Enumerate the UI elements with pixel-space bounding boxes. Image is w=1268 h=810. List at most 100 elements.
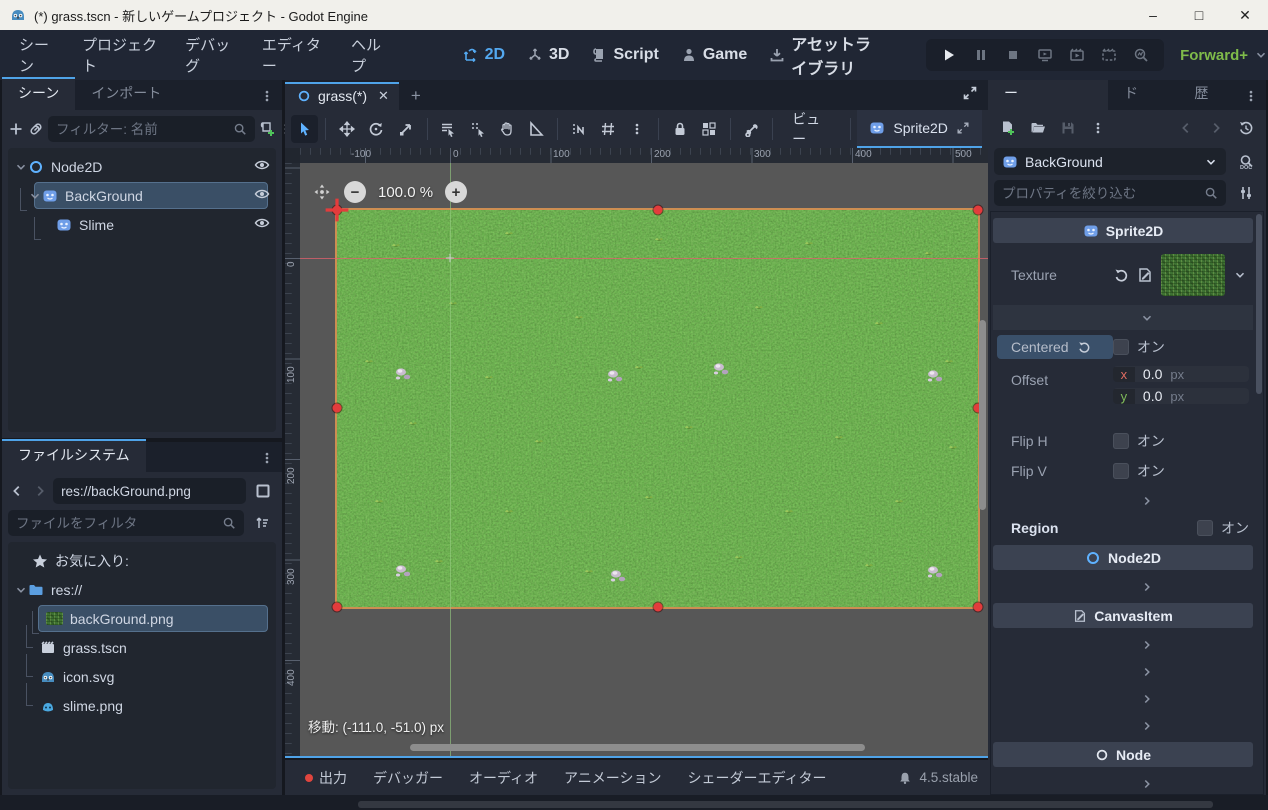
res-root-row[interactable]: res:// (8, 575, 276, 604)
horizontal-scrollbar[interactable] (410, 744, 865, 751)
offset-x-spinbox[interactable]: x 0.0 px (1112, 366, 1249, 382)
file-row-icon-svg[interactable]: icon.svg (8, 654, 276, 691)
menu-debug[interactable]: デバッグ (173, 28, 250, 82)
edit-resource-icon[interactable] (1137, 267, 1153, 283)
region-checkbox[interactable] (1197, 520, 1213, 536)
new-scene-tab-button[interactable]: + (399, 82, 433, 110)
ruler-tool-button[interactable] (523, 115, 550, 143)
context-3d[interactable]: 3D (527, 46, 569, 64)
add-node-button[interactable] (8, 116, 24, 142)
menu-project[interactable]: プロジェクト (70, 28, 173, 82)
section-ordering[interactable]: Ordering (993, 659, 1253, 684)
offset-y-spinbox[interactable]: y 0.0 px (1112, 388, 1249, 404)
load-resource-button[interactable] (1024, 115, 1052, 141)
group-node-button[interactable] (696, 115, 723, 143)
background-sprite[interactable] (335, 208, 980, 609)
flip-h-checkbox[interactable] (1112, 433, 1129, 449)
notification-bell-icon[interactable] (898, 771, 912, 785)
select-tool-button[interactable] (291, 115, 319, 143)
zoom-out-button[interactable]: − (344, 181, 366, 203)
tab-output[interactable]: 出力 (295, 763, 357, 793)
pan-tool-button[interactable] (493, 115, 520, 143)
selection-handle-bottom-left[interactable] (332, 602, 342, 612)
property-tools-button[interactable] (1232, 180, 1260, 206)
smart-snap-button[interactable] (565, 115, 592, 143)
zoom-in-button[interactable]: + (445, 181, 468, 203)
context-2d[interactable]: 2D (463, 46, 505, 64)
snap-options-button[interactable] (624, 115, 651, 143)
expander-down-icon[interactable] (14, 583, 28, 597)
node-selector[interactable]: BackGround (994, 148, 1226, 175)
section-animation[interactable]: Animation (993, 488, 1253, 513)
revert-icon[interactable] (1077, 340, 1091, 354)
sort-files-button[interactable] (248, 510, 276, 536)
move-tool-button[interactable] (333, 115, 360, 143)
vertical-scrollbar[interactable] (979, 320, 986, 510)
tree-row-slime[interactable]: Slime (8, 210, 276, 240)
visibility-eye-icon[interactable] (254, 157, 270, 176)
section-transform[interactable]: Transform (1個の変更) (993, 574, 1253, 599)
revert-icon[interactable] (1113, 267, 1129, 283)
tab-shader-editor[interactable]: シェーダーエディター (677, 763, 836, 793)
2d-viewport[interactable]: -100 0 100 200 300 400 500 0 100 200 300… (285, 148, 988, 758)
tab-audio[interactable]: オーディオ (459, 763, 548, 793)
resource-options-button[interactable] (1084, 115, 1112, 141)
filesystem-menu-button[interactable] (252, 447, 282, 472)
selection-handle-bottom-mid[interactable] (653, 602, 663, 612)
new-resource-button[interactable] (994, 115, 1022, 141)
context-asset-library[interactable]: アセットライブラリ (769, 31, 878, 79)
stop-button[interactable] (1002, 44, 1024, 66)
centered-checkbox[interactable] (1112, 339, 1129, 355)
path-input[interactable] (61, 483, 239, 499)
profiler-button[interactable] (1130, 44, 1152, 66)
instance-scene-button[interactable] (28, 116, 44, 142)
nav-back-button[interactable] (8, 478, 27, 504)
inspector-scroll-area[interactable]: Sprite2D Texture Offset (990, 211, 1264, 795)
section-texture[interactable]: Texture (993, 686, 1253, 711)
scene-tab-grass[interactable]: grass(*) ✕ (285, 82, 399, 110)
split-mode-button[interactable] (250, 478, 276, 504)
pivot-tool-button[interactable] (464, 115, 491, 143)
remote-debug-button[interactable] (1034, 44, 1056, 66)
renderer-selector[interactable]: Forward+ (1180, 47, 1268, 64)
view-menu-button[interactable]: ビュー (780, 105, 842, 153)
tree-row-node2d[interactable]: Node2D (8, 152, 276, 181)
selection-handle-mid-left[interactable] (332, 403, 342, 413)
history-forward-button[interactable] (1202, 115, 1230, 141)
lock-node-button[interactable] (666, 115, 693, 143)
play-button[interactable] (938, 44, 960, 66)
property-filter-input[interactable] (1002, 185, 1204, 201)
nav-forward-button[interactable] (31, 478, 50, 504)
tab-inspector[interactable]: インスペクター (988, 80, 1108, 110)
tab-debugger[interactable]: デバッガー (363, 763, 453, 793)
save-resource-button[interactable] (1054, 115, 1082, 141)
menu-scene[interactable]: シーン (7, 28, 70, 82)
scene-dock-menu-button[interactable] (252, 85, 282, 110)
center-view-icon[interactable] (312, 182, 332, 202)
selection-handle-bottom-right[interactable] (973, 602, 983, 612)
pause-button[interactable] (970, 44, 992, 66)
tab-node[interactable]: ノード (1108, 80, 1178, 110)
selection-handle-top-mid[interactable] (653, 205, 663, 215)
skeleton-options-button[interactable] (738, 115, 765, 143)
favorites-row[interactable]: お気に入り: (8, 546, 276, 575)
inspector-scrollbar[interactable] (1256, 214, 1262, 394)
chevron-down-icon[interactable] (1233, 268, 1247, 282)
expander-down-icon[interactable] (14, 160, 28, 174)
zoom-level[interactable]: 100.0 % (378, 184, 433, 201)
canvas[interactable]: − 100.0 % + 移動: (-111.0, -51.0) px (300, 163, 988, 756)
file-row-grass-tscn[interactable]: grass.tscn (8, 625, 276, 662)
section-offset[interactable]: Offset (993, 305, 1253, 330)
menu-help[interactable]: ヘルプ (339, 28, 403, 82)
close-button[interactable]: ✕ (1222, 0, 1268, 30)
screen-record-button[interactable] (1098, 44, 1120, 66)
scene-filter-input[interactable] (56, 121, 233, 137)
section-visibility[interactable]: Visibility (993, 632, 1253, 657)
tab-history[interactable]: 履歴 (1178, 80, 1236, 110)
context-script[interactable]: Script (591, 46, 659, 64)
tab-filesystem[interactable]: ファイルシステム (2, 439, 146, 472)
scale-tool-button[interactable] (392, 115, 419, 143)
visibility-eye-icon[interactable] (254, 186, 270, 205)
file-filter-input[interactable] (16, 515, 222, 531)
flip-v-checkbox[interactable] (1112, 463, 1129, 479)
